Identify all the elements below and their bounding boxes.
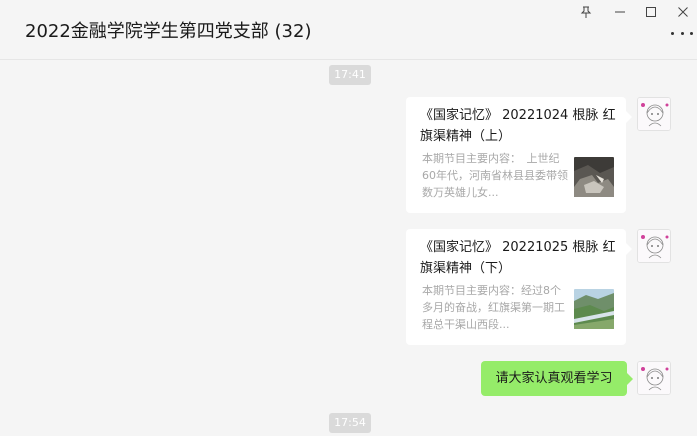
card-title: 《国家记忆》 20221025 根脉 红旗渠精神（下） [420,240,616,276]
text-message[interactable]: 请大家认真观看学习 [481,361,633,396]
timestamp: 17:54 [329,413,371,433]
card-title: 《国家记忆》 20221024 根脉 红旗渠精神（上） [420,108,616,144]
card-thumbnail [574,157,614,197]
more-icon[interactable] [671,26,693,40]
chat-header: 2022金融学院学生第四党支部 (32) [0,0,697,60]
card-thumbnail [574,289,614,329]
more-dot [680,31,684,35]
close-icon[interactable] [673,3,693,21]
avatar[interactable] [637,97,671,131]
card-description: 本期节目主要内容：经过8个多月的奋战，红旗渠第一期工程总干渠山西段... [422,284,565,331]
avatar[interactable] [637,229,671,263]
pin-icon[interactable] [576,3,596,21]
more-dot [690,31,693,35]
link-card[interactable]: 《国家记忆》 20221024 根脉 红旗渠精神（上） 本期节目主要内容： 上世… [406,97,632,213]
timestamp: 17:41 [329,65,371,85]
card-description: 本期节目主要内容： 上世纪60年代，河南省林县县委带领数万英雄儿女... [422,152,568,199]
more-dot [671,31,674,35]
chat-title: 2022金融学院学生第四党支部 (32) [25,21,312,42]
avatar[interactable] [637,361,671,395]
maximize-icon[interactable] [641,3,661,21]
link-card[interactable]: 《国家记忆》 20221025 根脉 红旗渠精神（下） 本期节目主要内容：经过8… [406,229,632,345]
minimize-icon[interactable] [610,3,630,21]
